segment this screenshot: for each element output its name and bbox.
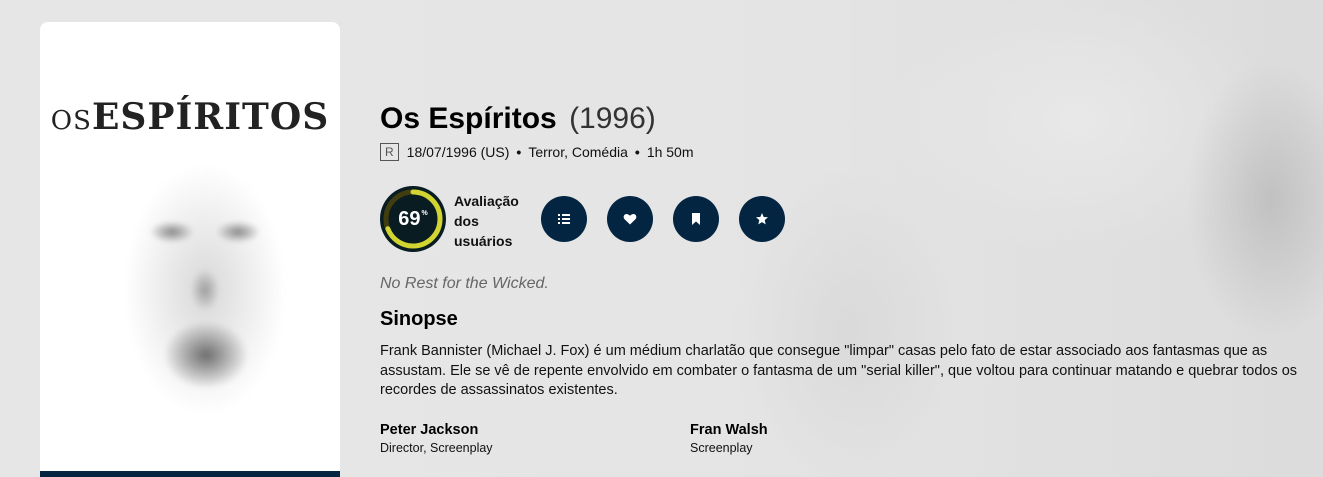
crew-name[interactable]: Peter Jackson	[380, 421, 680, 439]
bookmark-icon	[692, 213, 700, 225]
genres[interactable]: Terror, Comédia	[528, 142, 628, 162]
crew-member: Fran Walsh Screenplay	[690, 421, 990, 457]
rate-button[interactable]	[739, 196, 785, 242]
add-to-list-button[interactable]	[541, 196, 587, 242]
watchlist-button[interactable]	[673, 196, 719, 242]
star-icon	[756, 213, 768, 225]
overview-text: Frank Bannister (Michael J. Fox) é um mé…	[380, 343, 1298, 398]
certification-badge: R	[380, 143, 399, 161]
runtime: 1h 50m	[646, 144, 694, 160]
favorite-button[interactable]	[607, 196, 653, 242]
movie-title: Os Espíritos (1996)	[380, 100, 656, 138]
crew-role: Screenplay	[690, 441, 753, 455]
tagline: No Rest for the Wicked.	[380, 275, 549, 292]
release-date: 18/07/1996 (US)	[406, 144, 510, 160]
score-value: 69%	[380, 186, 446, 252]
overview-heading: Sinopse	[380, 308, 458, 330]
release-year: (1996)	[569, 102, 656, 135]
score-percent: %	[421, 209, 428, 217]
poster-title: OSESPÍRITOS	[40, 96, 340, 138]
movie-poster[interactable]: OSESPÍRITOS	[40, 22, 340, 477]
poster-bar	[40, 471, 340, 477]
separator-dot: •	[634, 144, 640, 160]
crew-name[interactable]: Fran Walsh	[690, 421, 990, 439]
heart-icon	[623, 214, 637, 225]
list-icon	[558, 214, 570, 224]
poster-title-big: ESPÍRITOS	[91, 96, 330, 138]
crew-role: Director, Screenplay	[380, 441, 493, 455]
movie-title-link[interactable]: Os Espíritos	[380, 102, 557, 135]
separator-dot: •	[516, 144, 522, 160]
poster-ghost-face	[110, 140, 300, 430]
score-label: Avaliação dos usuários	[454, 193, 519, 249]
user-score-chart[interactable]: 69%	[380, 186, 446, 252]
crew-member: Peter Jackson Director, Screenplay	[380, 421, 680, 457]
poster-title-small: OS	[50, 106, 92, 136]
score-number: 69	[398, 207, 421, 230]
movie-facts: R 18/07/1996 (US) • Terror, Comédia • 1h…	[380, 142, 694, 162]
